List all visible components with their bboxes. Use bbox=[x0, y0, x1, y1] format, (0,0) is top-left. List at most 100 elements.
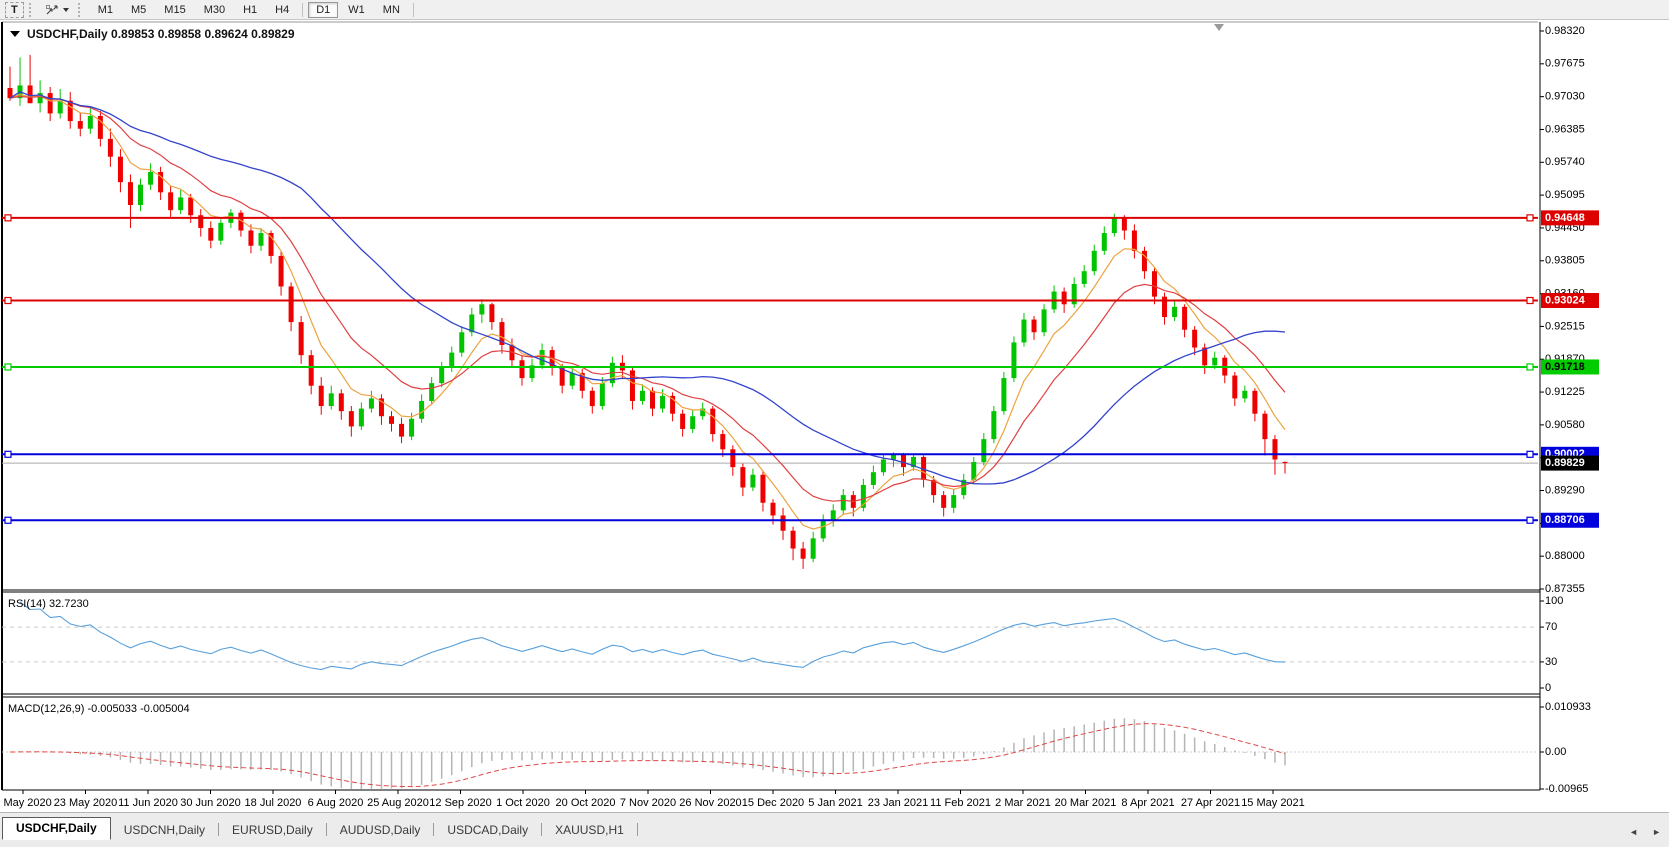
candle-body bbox=[399, 423, 405, 437]
timeframe-button-m1[interactable]: M1 bbox=[90, 2, 121, 18]
candle-body bbox=[1101, 233, 1107, 251]
chart-tab-xauusd[interactable]: XAUUSD,H1 bbox=[542, 820, 637, 840]
timeframe-button-group: M1 M5 M15 M30 H1 H4 D1 W1 MN bbox=[89, 1, 418, 18]
date-axis-label: 6 Aug 2020 bbox=[308, 797, 364, 809]
candle-body bbox=[1192, 329, 1198, 348]
current-price-badge-text: 0.89829 bbox=[1545, 457, 1585, 469]
candle-body bbox=[770, 502, 776, 516]
candle-body bbox=[710, 408, 716, 435]
line-handle[interactable] bbox=[4, 214, 12, 222]
date-axis-label: 20 Mar 2021 bbox=[1055, 797, 1117, 809]
chart-tab-eurusd[interactable]: EURUSD,Daily bbox=[219, 820, 326, 840]
chart-tab-usdchf[interactable]: USDCHF,Daily bbox=[2, 817, 111, 840]
candle-body bbox=[368, 398, 374, 409]
candle-body bbox=[278, 255, 284, 287]
timeframe-button-w1[interactable]: W1 bbox=[340, 2, 373, 18]
line-handle[interactable] bbox=[4, 450, 12, 458]
candle-body bbox=[1282, 461, 1288, 464]
chart-header: USDCHF,Daily 0.89853 0.89858 0.89624 0.8… bbox=[27, 27, 295, 41]
price-axis-label: 0.91225 bbox=[1545, 386, 1585, 398]
candle-body bbox=[117, 156, 123, 183]
candle-body bbox=[208, 227, 214, 241]
rsi-indicator-label: RSI(14) 32.7230 bbox=[8, 598, 89, 610]
line-handle[interactable] bbox=[1526, 214, 1534, 222]
tab-separator bbox=[636, 823, 638, 836]
line-handle[interactable] bbox=[1526, 450, 1534, 458]
price-axis-label: 0.93805 bbox=[1545, 255, 1585, 267]
rsi-axis-label: 100 bbox=[1545, 595, 1563, 607]
candle-body bbox=[419, 400, 425, 419]
candle-body bbox=[760, 474, 766, 503]
chart-canvas[interactable]: 0.98320 0.97675 0.97030 0.96385 0.95740 0.950… bbox=[0, 20, 1669, 812]
candle-body bbox=[47, 93, 53, 114]
rsi-axis-label: 70 bbox=[1545, 621, 1557, 633]
chart-tab-usdcnh[interactable]: USDCNH,Daily bbox=[111, 820, 218, 840]
timeframe-button-mn[interactable]: MN bbox=[375, 2, 408, 18]
candle-body bbox=[449, 352, 455, 368]
candle-body bbox=[1111, 217, 1117, 234]
candle-body bbox=[569, 372, 575, 386]
price-axis-label: 0.96385 bbox=[1545, 123, 1585, 135]
candle-body bbox=[87, 115, 93, 129]
timeframe-button-d1[interactable]: D1 bbox=[308, 1, 339, 18]
candle-body bbox=[991, 411, 997, 440]
candle-body bbox=[720, 434, 726, 450]
candle-body bbox=[1011, 342, 1017, 379]
candle-body bbox=[1131, 230, 1137, 251]
price-badge-0.91718-text: 0.91718 bbox=[1545, 361, 1585, 373]
date-axis-label: 5 Jan 2021 bbox=[808, 797, 862, 809]
timeframe-button-h1[interactable]: H1 bbox=[235, 2, 265, 18]
price-axis-label: 0.98320 bbox=[1545, 25, 1585, 37]
candle-body bbox=[57, 100, 63, 114]
candle-body bbox=[1001, 378, 1007, 412]
candle-body bbox=[127, 182, 133, 206]
timeframe-button-m30[interactable]: M30 bbox=[196, 2, 233, 18]
line-handle[interactable] bbox=[1526, 363, 1534, 371]
candle-body bbox=[107, 138, 113, 157]
line-handle[interactable] bbox=[1526, 296, 1534, 305]
candle-body bbox=[1182, 306, 1188, 330]
cursor-tool-icon bbox=[45, 4, 58, 14]
date-axis-label: 23 May 2020 bbox=[54, 797, 118, 809]
date-axis-label: 23 Jan 2021 bbox=[868, 797, 929, 809]
date-axis-label: 26 Nov 2020 bbox=[679, 797, 741, 809]
candle-body bbox=[941, 495, 947, 508]
date-axis-label: 15 Dec 2020 bbox=[742, 797, 804, 809]
candle-body bbox=[298, 322, 304, 356]
rsi-axis-label: 0 bbox=[1545, 682, 1551, 694]
timeframe-button-m15[interactable]: M15 bbox=[156, 2, 193, 18]
candle-body bbox=[1061, 291, 1067, 305]
tab-scroll-right-icon[interactable]: ► bbox=[1652, 827, 1661, 837]
candle-body bbox=[810, 538, 816, 559]
candle-body bbox=[489, 304, 495, 323]
toolbar-grip bbox=[28, 2, 36, 17]
cursor-tool-button[interactable] bbox=[41, 2, 73, 18]
candle-body bbox=[650, 390, 656, 409]
line-handle[interactable] bbox=[4, 363, 12, 371]
candle-body bbox=[901, 454, 907, 468]
date-axis-label: 25 Aug 2020 bbox=[367, 797, 429, 809]
chart-mode-t-button[interactable]: T bbox=[5, 1, 24, 18]
candle-body bbox=[690, 416, 696, 429]
date-axis-label: 1 Oct 2020 bbox=[496, 797, 550, 809]
candle-body bbox=[880, 459, 886, 473]
tab-scroll-left-icon[interactable]: ◄ bbox=[1629, 827, 1638, 837]
date-axis-label: 2 Mar 2021 bbox=[995, 797, 1051, 809]
date-axis-label: 15 May 2021 bbox=[1241, 797, 1305, 809]
chart-tab-audusd[interactable]: AUDUSD,Daily bbox=[327, 820, 434, 840]
timeframe-button-h4[interactable]: H4 bbox=[267, 2, 297, 18]
candle-body bbox=[800, 548, 806, 559]
line-handle[interactable] bbox=[4, 296, 12, 305]
timeframe-button-m5[interactable]: M5 bbox=[123, 2, 154, 18]
candle-body bbox=[1272, 439, 1278, 460]
price-axis-label: 0.97030 bbox=[1545, 91, 1585, 103]
line-handle[interactable] bbox=[4, 516, 12, 524]
candle-body bbox=[138, 184, 144, 206]
candle-body bbox=[1242, 390, 1248, 399]
candle-body bbox=[740, 467, 746, 488]
chart-tab-usdcad[interactable]: USDCAD,Daily bbox=[434, 820, 541, 840]
price-badge-0.94648-text: 0.94648 bbox=[1545, 212, 1585, 224]
price-badge-0.93024-text: 0.93024 bbox=[1545, 294, 1586, 306]
line-handle[interactable] bbox=[1526, 516, 1534, 524]
macd-axis-label: 0.00 bbox=[1545, 746, 1566, 758]
